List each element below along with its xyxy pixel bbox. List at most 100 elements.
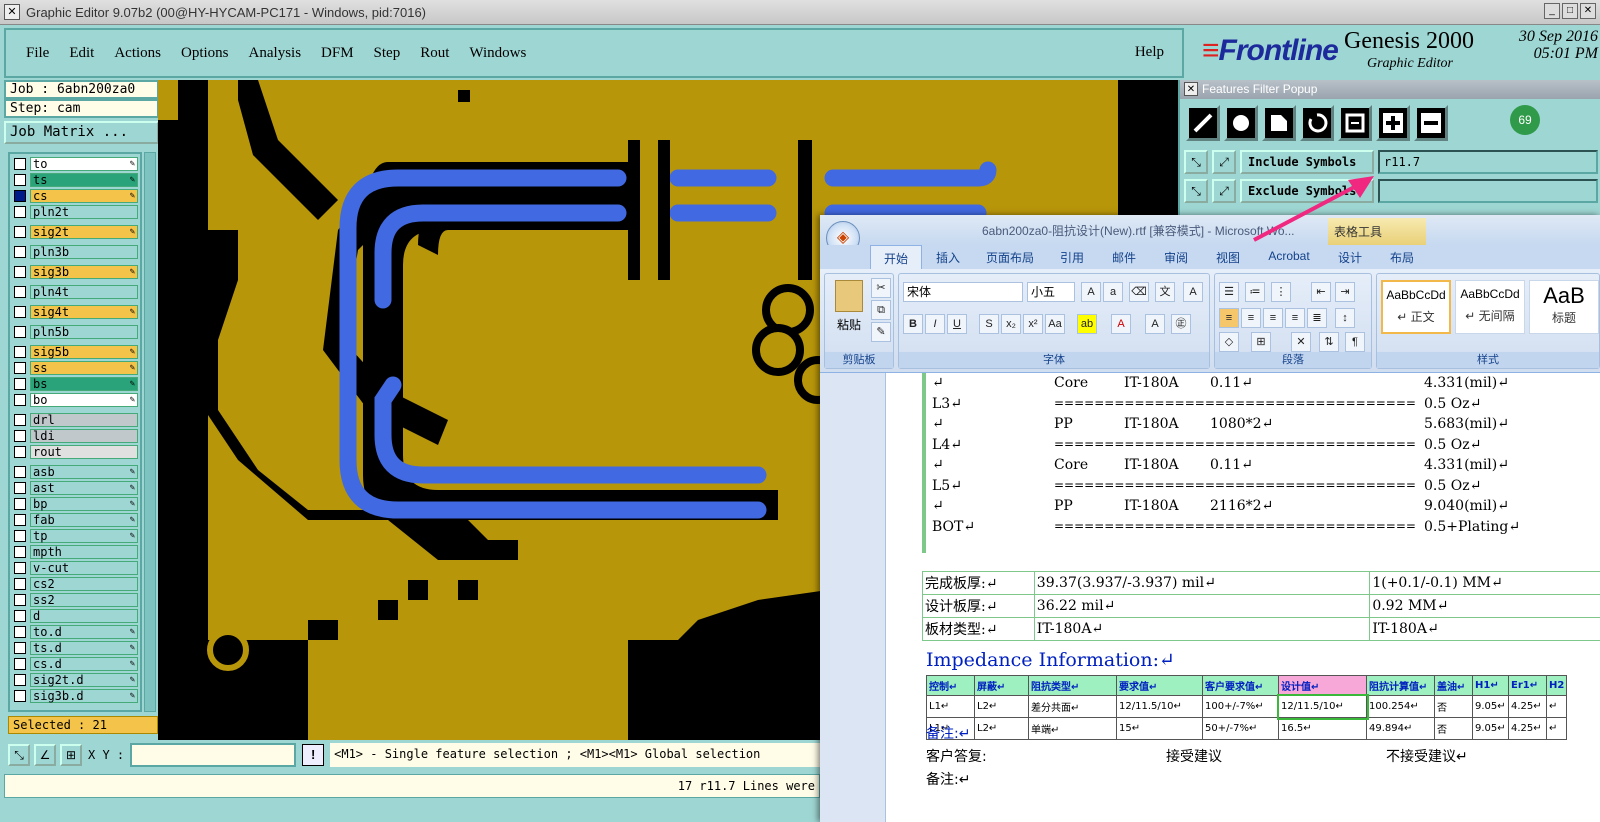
layer-row[interactable]: sig2t.d ✎ <box>12 672 138 688</box>
impedance-cell[interactable]: 否 <box>1434 717 1473 740</box>
maximize-button[interactable]: □ <box>1562 3 1578 19</box>
line-spacing-icon[interactable]: ↕ <box>1335 308 1355 328</box>
menu-file[interactable]: File <box>26 45 49 62</box>
menu-options[interactable]: Options <box>181 45 229 62</box>
layer-row[interactable]: ldi <box>12 428 138 444</box>
negative-polarity-icon[interactable] <box>1414 105 1448 141</box>
layer-name[interactable]: ts ✎ <box>30 173 138 187</box>
layer-row[interactable]: pln5b <box>12 324 138 340</box>
layer-name[interactable]: pln5b <box>30 325 138 339</box>
shrink-font-icon[interactable]: a <box>1103 282 1123 302</box>
include-symbols-input[interactable]: r11.7 <box>1378 149 1598 174</box>
layer-checkbox[interactable] <box>14 658 26 670</box>
layer-row[interactable]: bs ✎ <box>12 376 138 392</box>
distribute-icon[interactable]: ≣ <box>1307 308 1327 328</box>
clear-format-icon[interactable]: ⌫ <box>1129 282 1149 302</box>
tab-mailings[interactable]: 邮件 <box>1098 245 1150 269</box>
layer-checkbox[interactable] <box>14 206 26 218</box>
layer-checkbox[interactable] <box>14 246 26 258</box>
layer-checkbox[interactable] <box>14 514 26 526</box>
layer-row[interactable]: tp ✎ <box>12 528 138 544</box>
include-select-icon[interactable]: ⤡ <box>1184 149 1208 174</box>
impedance-cell[interactable]: 9.05↵ <box>1472 695 1509 718</box>
menu-dfm[interactable]: DFM <box>321 45 354 62</box>
impedance-cell[interactable]: L1↵ <box>926 695 975 718</box>
layer-row[interactable]: to ✎ <box>12 156 138 172</box>
layer-name[interactable]: mpth <box>30 545 138 559</box>
layer-checkbox[interactable] <box>14 610 26 622</box>
layer-name[interactable]: asb ✎ <box>30 465 138 479</box>
layer-row[interactable]: sig3b ✎ <box>12 264 138 280</box>
layer-checkbox[interactable] <box>14 562 26 574</box>
layer-name[interactable]: sig3b ✎ <box>30 265 138 279</box>
layer-row[interactable]: bp ✎ <box>12 496 138 512</box>
layer-row[interactable]: pln4t <box>12 284 138 300</box>
layer-name[interactable]: rout <box>30 445 138 459</box>
tab-review[interactable]: 审阅 <box>1150 245 1202 269</box>
layer-row[interactable]: cs ✎ <box>12 188 138 204</box>
layer-row[interactable]: ts.d ✎ <box>12 640 138 656</box>
impedance-cell[interactable]: 12/11.5/10↵ <box>1116 695 1203 718</box>
impedance-cell[interactable]: 否 <box>1434 695 1473 718</box>
layer-name[interactable]: ss2 <box>30 593 138 607</box>
layer-checkbox[interactable] <box>14 362 26 374</box>
layer-name[interactable]: sig2t.d ✎ <box>30 673 138 687</box>
menu-rout[interactable]: Rout <box>420 45 449 62</box>
layer-name[interactable]: cs2 <box>30 577 138 591</box>
layer-checkbox[interactable] <box>14 378 26 390</box>
layer-checkbox[interactable] <box>14 546 26 558</box>
grid-tool-icon[interactable]: ⊞ <box>60 744 82 766</box>
show-marks-icon[interactable]: ¶ <box>1345 332 1365 352</box>
layer-name[interactable]: to ✎ <box>30 157 138 171</box>
layer-row[interactable]: ss2 <box>12 592 138 608</box>
layer-name[interactable]: bo ✎ <box>30 393 138 407</box>
style-normal[interactable]: AaBbCcDd ↵ 正文 <box>1381 280 1451 334</box>
layer-name[interactable]: v-cut <box>30 561 138 575</box>
style-heading[interactable]: AaB 标题 <box>1529 280 1599 334</box>
layer-row[interactable]: sig3b.d ✎ <box>12 688 138 704</box>
layer-checkbox[interactable] <box>14 226 26 238</box>
impedance-cell[interactable]: 12/11.5/10↵ <box>1276 693 1369 720</box>
layer-name[interactable]: ldi <box>30 429 138 443</box>
tab-home[interactable]: 开始 <box>870 245 922 269</box>
layer-checkbox[interactable] <box>14 578 26 590</box>
layer-checkbox[interactable] <box>14 414 26 426</box>
grow-font-icon[interactable]: A <box>1081 282 1101 302</box>
minimize-button[interactable]: _ <box>1544 3 1560 19</box>
change-case-icon[interactable]: Aa <box>1045 314 1065 334</box>
layer-name[interactable]: to.d ✎ <box>30 625 138 639</box>
layer-checkbox[interactable] <box>14 190 26 202</box>
asian-layout-icon[interactable]: ✕ <box>1291 332 1311 352</box>
positive-polarity-icon[interactable] <box>1376 105 1410 141</box>
layer-row[interactable]: mpth <box>12 544 138 560</box>
pad-symbol-icon[interactable] <box>1224 105 1258 141</box>
xy-input[interactable] <box>130 743 297 767</box>
menu-edit[interactable]: Edit <box>69 45 94 62</box>
sort-icon[interactable]: ⇅ <box>1319 332 1339 352</box>
layer-checkbox[interactable] <box>14 346 26 358</box>
subscript-icon[interactable]: x₂ <box>1001 314 1021 334</box>
layer-checkbox[interactable] <box>14 306 26 318</box>
tab-layout[interactable]: 页面布局 <box>974 245 1046 269</box>
layer-checkbox[interactable] <box>14 530 26 542</box>
borders-icon[interactable]: ⊞ <box>1251 332 1271 352</box>
layer-name[interactable]: cs ✎ <box>30 189 138 203</box>
layer-scrollbar[interactable] <box>144 152 156 712</box>
impedance-cell[interactable]: 差分共面↵ <box>1028 695 1117 718</box>
layer-name[interactable]: tp ✎ <box>30 529 138 543</box>
italic-icon[interactable]: I <box>925 314 945 334</box>
layer-checkbox[interactable] <box>14 158 26 170</box>
layer-row[interactable]: pln2t <box>12 204 138 220</box>
bold-icon[interactable]: B <box>903 314 923 334</box>
measure-tool-icon[interactable]: ∠ <box>34 744 56 766</box>
include-reset-icon[interactable]: ⤢ <box>1212 149 1236 174</box>
impedance-cell[interactable]: 单端↵ <box>1028 717 1117 740</box>
layer-row[interactable]: v-cut <box>12 560 138 576</box>
layer-name[interactable]: cs.d ✎ <box>30 657 138 671</box>
layer-checkbox[interactable] <box>14 466 26 478</box>
layer-row[interactable]: d <box>12 608 138 624</box>
impedance-cell[interactable]: 4.25↵ <box>1508 695 1547 718</box>
layer-name[interactable]: ss ✎ <box>30 361 138 375</box>
layer-row[interactable]: fab ✎ <box>12 512 138 528</box>
multilevel-list-icon[interactable]: ⋮ <box>1271 282 1291 302</box>
